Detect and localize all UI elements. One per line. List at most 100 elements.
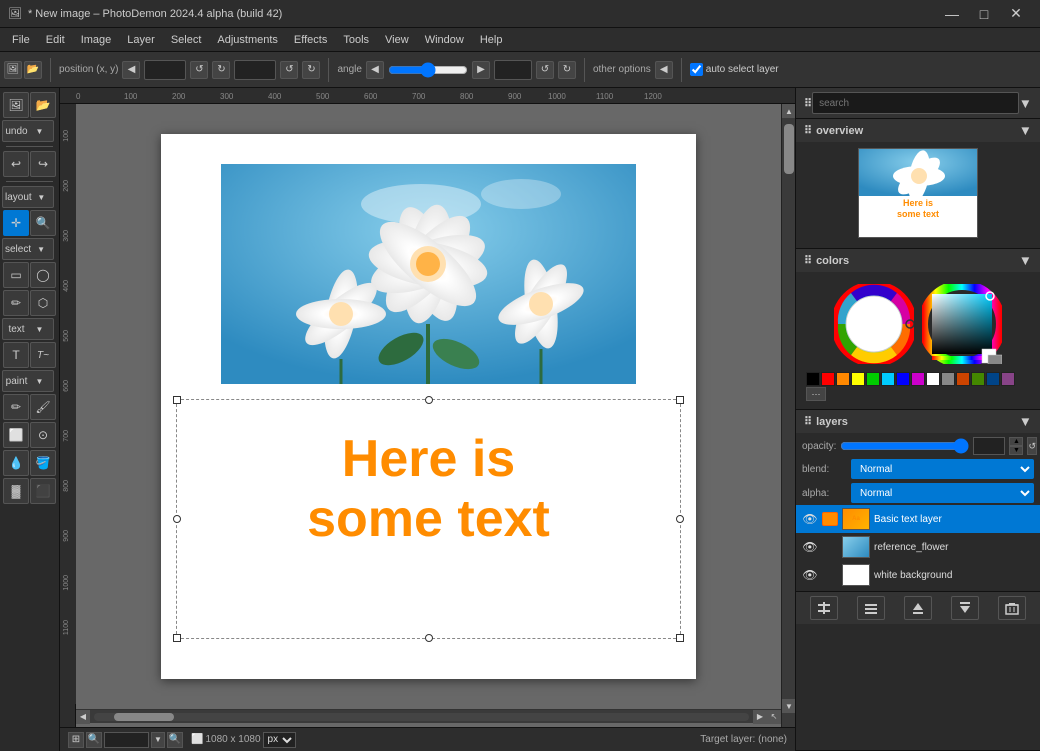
search-dropdown-btn[interactable]: ▼ (1019, 96, 1032, 111)
select-dropdown[interactable]: select ▼ (2, 238, 54, 260)
menu-select[interactable]: Select (163, 32, 210, 48)
angle-prev-btn[interactable]: ◀ (366, 61, 384, 79)
freehand-select-btn[interactable]: ✏ (3, 290, 29, 316)
hue-ring-svg[interactable] (834, 284, 914, 364)
pos-x-input[interactable]: 218 (144, 60, 186, 80)
hscroll-track[interactable] (94, 713, 749, 721)
zoom-out-btn[interactable]: 🔍 (86, 732, 102, 748)
pos-redo-y-btn[interactable]: ↻ (302, 61, 320, 79)
opacity-input[interactable]: 100 (973, 437, 1005, 455)
close-button[interactable]: ✕ (1000, 0, 1032, 28)
text-layer[interactable]: Here issome text (176, 399, 681, 639)
layer-eye-white[interactable]: 👁 (802, 567, 818, 583)
ellipse-select-btn[interactable]: ◯ (30, 262, 56, 288)
opacity-reset-btn[interactable]: ↺ (1027, 437, 1037, 455)
zoom-dropdown-btn[interactable]: ▼ (151, 732, 165, 748)
hscroll-left-btn[interactable]: ◀ (76, 710, 90, 724)
auto-select-label[interactable]: auto select layer (690, 63, 779, 76)
toolbar-new-btn[interactable]: 🖼 (4, 61, 22, 79)
menu-image[interactable]: Image (73, 32, 120, 48)
handle-tl[interactable] (173, 396, 181, 404)
color-picker-wheel[interactable] (922, 284, 1002, 364)
paint-dropdown[interactable]: paint ▼ (2, 370, 54, 392)
colors-collapse-btn[interactable]: ▼ (1019, 253, 1032, 268)
opacity-up-btn[interactable]: ▲ (1009, 437, 1023, 446)
swatch-orange[interactable] (836, 372, 850, 386)
layers-collapse-btn[interactable]: ▼ (1019, 414, 1032, 429)
brush-btn[interactable]: 🖌 (30, 394, 56, 420)
shape-btn[interactable]: ⬛ (30, 478, 56, 504)
vscroll-thumb[interactable] (784, 124, 794, 174)
raise-layer-btn[interactable] (904, 596, 932, 620)
minimize-button[interactable]: — (936, 0, 968, 28)
overview-collapse-btn[interactable]: ▼ (1019, 123, 1032, 138)
handle-mr[interactable] (676, 515, 684, 523)
pos-y-input[interactable]: 630 (234, 60, 276, 80)
swatch-purple[interactable] (911, 372, 925, 386)
rect-select-btn[interactable]: ▭ (3, 262, 29, 288)
pencil-btn[interactable]: ✏ (3, 394, 29, 420)
text-tool-btn[interactable]: T (3, 342, 29, 368)
handle-bl[interactable] (173, 634, 181, 642)
zoom-tool-btn[interactable]: 🔍 (30, 210, 56, 236)
text-dropdown[interactable]: text ▼ (2, 318, 54, 340)
redo-btn[interactable]: ↪ (30, 151, 56, 177)
swatch-brown[interactable] (956, 372, 970, 386)
swatch-red[interactable] (821, 372, 835, 386)
angle-redo-btn[interactable]: ↻ (558, 61, 576, 79)
menu-tools[interactable]: Tools (335, 32, 377, 48)
text-path-btn[interactable]: T~ (30, 342, 56, 368)
opacity-down-btn[interactable]: ▼ (1009, 446, 1023, 455)
canvas-hscroll[interactable]: ◀ ▶ ↖ (76, 709, 781, 723)
open-document-btn[interactable]: 📂 (30, 92, 56, 118)
layer-item-white[interactable]: 👁 white background (796, 561, 1040, 589)
blend-select[interactable]: Normal (851, 459, 1034, 479)
eyedropper-btn[interactable]: 💧 (3, 450, 29, 476)
search-input[interactable] (812, 92, 1019, 114)
canvas-vscroll[interactable]: ▲ ▼ (781, 104, 795, 727)
new-document-btn[interactable]: 🖼 (3, 92, 29, 118)
zoom-in-btn[interactable]: 🔍 (167, 732, 183, 748)
swatch-black[interactable] (806, 372, 820, 386)
menu-help[interactable]: Help (472, 32, 511, 48)
add-layer-btn[interactable] (810, 596, 838, 620)
maximize-button[interactable]: □ (968, 0, 1000, 28)
move-tool-btn[interactable]: ✛ (3, 210, 29, 236)
menu-adjustments[interactable]: Adjustments (209, 32, 286, 48)
angle-next-btn[interactable]: ▶ (472, 61, 490, 79)
swatch-cyan[interactable] (881, 372, 895, 386)
hscroll-right-btn[interactable]: ▶ (753, 710, 767, 724)
angle-slider[interactable] (388, 62, 468, 78)
handle-bm[interactable] (425, 634, 433, 642)
pos-reset-x-btn[interactable]: ↺ (190, 61, 208, 79)
lower-layer-btn[interactable] (951, 596, 979, 620)
hscroll-thumb[interactable] (114, 713, 174, 721)
swatch-yellow[interactable] (851, 372, 865, 386)
swatch-white[interactable] (926, 372, 940, 386)
hue-wheel[interactable] (834, 284, 914, 364)
swatch-gray[interactable] (941, 372, 955, 386)
overview-header[interactable]: ⠿ overview ▼ (796, 119, 1040, 142)
layout-dropdown[interactable]: layout ▼ (2, 186, 54, 208)
vscroll-down-btn[interactable]: ▼ (782, 699, 795, 713)
handle-br[interactable] (676, 634, 684, 642)
canvas-scroll[interactable]: Here issome text ◀ ▶ ↖ (76, 104, 781, 727)
toolbar-open-btn[interactable]: 📂 (24, 61, 42, 79)
search-header[interactable]: ⠿ ▼ (796, 88, 1040, 118)
menu-effects[interactable]: Effects (286, 32, 335, 48)
pos-redo-x-btn[interactable]: ↻ (212, 61, 230, 79)
menu-view[interactable]: View (377, 32, 417, 48)
handle-tm[interactable] (425, 396, 433, 404)
swatch-green[interactable] (866, 372, 880, 386)
menu-edit[interactable]: Edit (38, 32, 73, 48)
swatch-navy[interactable] (986, 372, 1000, 386)
pos-reset-y-btn[interactable]: ↺ (280, 61, 298, 79)
layer-item-flower[interactable]: 👁 reference_flower (796, 533, 1040, 561)
angle-input[interactable]: 0.00 (494, 60, 532, 80)
swatch-blue[interactable] (896, 372, 910, 386)
handle-tr[interactable] (676, 396, 684, 404)
eraser-btn[interactable]: ⬜ (3, 422, 29, 448)
stamp-btn[interactable]: ⊙ (30, 422, 56, 448)
swatch-olive[interactable] (971, 372, 985, 386)
menu-window[interactable]: Window (417, 32, 472, 48)
